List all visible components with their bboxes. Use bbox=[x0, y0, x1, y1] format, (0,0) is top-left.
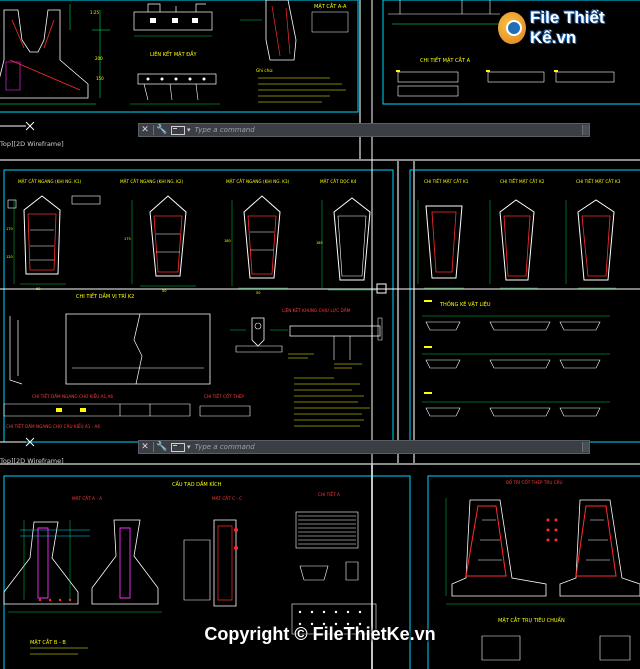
command-input[interactable] bbox=[194, 126, 582, 134]
drawing-label: LIÊN KẾT MẶT ĐẦY bbox=[150, 50, 198, 58]
command-line: ✕ 🔧 ▾ bbox=[138, 440, 590, 454]
command-line: ✕ 🔧 ▾ bbox=[138, 123, 590, 137]
drawing-label: CHI TIẾT DẦM VỊ TRÍ K2 bbox=[76, 292, 134, 300]
command-history-icon[interactable] bbox=[171, 442, 185, 452]
mid-left-sheet: MẶT CẮT NGANG (KHI NG. K1) MẶT CẮT NGANG… bbox=[3, 179, 383, 429]
sheet-frames bbox=[0, 0, 640, 669]
drawing-label: THỐNG KÊ VẬT LIỆU bbox=[439, 300, 491, 308]
drawing-label: CHI TIẾT DẦM NGANG CHO KIỂU A1,A6 bbox=[32, 393, 113, 399]
top-left-sheet: 1:25 200 150 LIÊN KẾT MẶT ĐẦY Ghi chú: MẶT… bbox=[0, 0, 349, 105]
drawing-label: CHI TIẾT A bbox=[318, 491, 340, 497]
command-line-resize-handle[interactable] bbox=[582, 125, 589, 135]
wrench-icon[interactable]: 🔧 bbox=[156, 124, 168, 136]
ucs-icon bbox=[0, 437, 35, 447]
svg-text:120: 120 bbox=[6, 255, 13, 259]
drawing-label: BỐ TRÍ CỐT THÉP TRỤ CẦU bbox=[506, 480, 563, 485]
svg-text:180: 180 bbox=[224, 239, 231, 243]
viewport-frames bbox=[0, 0, 640, 669]
drawing-label: MẶT CẮT A-A bbox=[314, 2, 347, 10]
svg-text:170: 170 bbox=[6, 227, 13, 231]
viewport-label[interactable]: Top][2D Wireframe] bbox=[0, 457, 64, 465]
drawing-label: CHI TIẾT MẶT CẮT K2 bbox=[500, 178, 545, 184]
ucs-icon bbox=[0, 121, 35, 131]
crosshair-cursor bbox=[0, 0, 640, 669]
wrench-icon[interactable]: 🔧 bbox=[156, 441, 168, 453]
svg-text:1:25: 1:25 bbox=[90, 10, 99, 15]
command-input[interactable] bbox=[194, 443, 582, 451]
drawing-label: MẶT CẮT NGANG (KHI NG. K1) bbox=[18, 179, 82, 184]
watermark-logo: File Thiết Kế.vn bbox=[498, 8, 640, 48]
chevron-down-icon[interactable]: ▾ bbox=[187, 443, 191, 451]
drawing-label: CẤU TẠO DẦM KÍCH bbox=[172, 480, 222, 488]
svg-text:50: 50 bbox=[162, 289, 166, 293]
command-line-resize-handle[interactable] bbox=[582, 442, 589, 452]
close-icon[interactable]: ✕ bbox=[139, 441, 151, 453]
drawing-label: MẶT CẮT NGANG (KHI NG. K3) bbox=[226, 179, 290, 184]
logo-text: File Thiết Kế.vn bbox=[530, 8, 605, 47]
viewport-label[interactable]: Top][2D Wireframe] bbox=[0, 140, 64, 148]
svg-text:175: 175 bbox=[124, 237, 131, 241]
logo-icon bbox=[498, 12, 527, 44]
drawing-label: CHI TIẾT MẶT CẮT K3 bbox=[576, 178, 621, 184]
mid-right-sheet: CHI TIẾT MẶT CẮT K1 CHI TIẾT MẶT CẮT K2 … bbox=[417, 178, 621, 417]
command-history-icon[interactable] bbox=[171, 125, 185, 135]
drawing-label: MẶT CẮT DỌC K4 bbox=[320, 179, 357, 184]
drawing-label: CHI TIẾT CỐT THÉP bbox=[204, 393, 244, 399]
drawing-label: MẶT CẮT A - A bbox=[72, 496, 102, 501]
copyright-watermark: Copyright © FileThietKe.vn bbox=[204, 624, 436, 644]
svg-text:185: 185 bbox=[316, 241, 323, 245]
drawing-label: MẶT CẮT C - C bbox=[212, 496, 242, 501]
drawing-label: CHI TIẾT MẶT CẮT A bbox=[420, 56, 471, 64]
close-icon[interactable]: ✕ bbox=[139, 124, 151, 136]
svg-text:150: 150 bbox=[96, 76, 104, 81]
drawing-label: CHI TIẾT MẶT CẮT K1 bbox=[424, 178, 469, 184]
svg-text:50: 50 bbox=[256, 291, 260, 295]
chevron-down-icon[interactable]: ▾ bbox=[187, 126, 191, 134]
drawing-label: MẶT CẮT NGANG (KHI NG. K2) bbox=[120, 179, 184, 184]
cad-drawing-canvas[interactable]: 1:25 200 150 LIÊN KẾT MẶT ĐẦY Ghi chú: MẶT… bbox=[0, 0, 640, 669]
drawing-label: MẶT CẮT TRỤ TIÊU CHUẨN bbox=[498, 616, 565, 624]
drawing-label: Ghi chú: bbox=[256, 68, 273, 73]
drawing-label: LIÊN KẾT KHUNG CHỊU LỰC DẦM bbox=[282, 307, 351, 313]
svg-text:200: 200 bbox=[95, 56, 103, 61]
